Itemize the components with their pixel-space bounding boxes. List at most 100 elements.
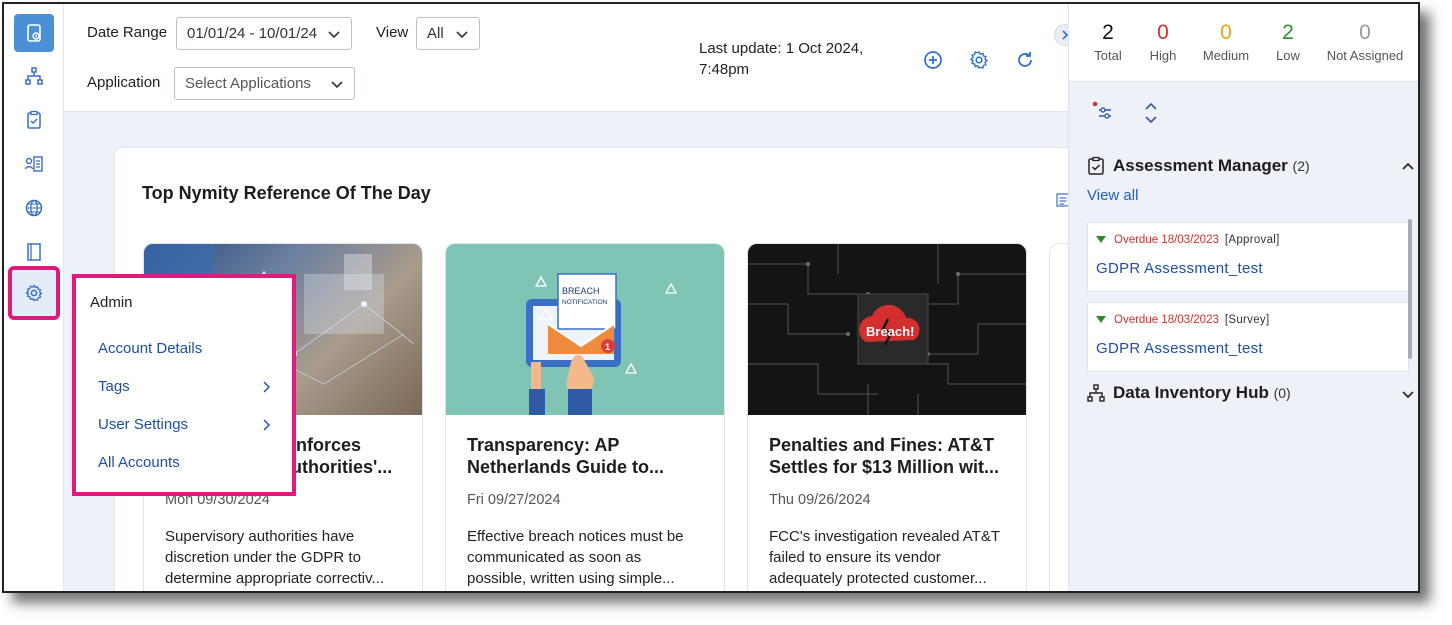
menu-item-account-details[interactable]: Account Details bbox=[98, 340, 273, 357]
card-title-line1: Transparency: AP bbox=[467, 435, 620, 455]
filter-toolbar: Date Range 01/01/24 - 10/01/24 View All … bbox=[64, 4, 1076, 112]
task-name-link[interactable]: GDPR Assessment_test bbox=[1096, 340, 1263, 357]
section-count: (2) bbox=[1292, 158, 1310, 174]
sidebar-item-people[interactable] bbox=[14, 146, 54, 182]
chevron-up-icon[interactable] bbox=[1401, 160, 1415, 174]
view-label: View bbox=[376, 24, 409, 41]
overdue-label: Overdue 18/03/2023 bbox=[1114, 314, 1219, 326]
section-title: Assessment Manager bbox=[1113, 156, 1288, 175]
img-breach-text: BREACH bbox=[562, 286, 600, 296]
sidebar-item-settings[interactable] bbox=[8, 266, 60, 320]
card-date: Thu 09/26/2024 bbox=[769, 492, 871, 508]
chevron-down-icon bbox=[328, 31, 340, 39]
refresh-icon[interactable] bbox=[1014, 49, 1036, 71]
sidebar-item-data-map[interactable] bbox=[14, 58, 54, 94]
view-all-link[interactable]: View all bbox=[1087, 187, 1138, 204]
chevron-right-icon bbox=[263, 381, 270, 393]
assessment-task[interactable]: Overdue 18/03/2023 [Survey] GDPR Assessme… bbox=[1087, 302, 1409, 372]
section-count: (0) bbox=[1273, 385, 1291, 401]
card-title-line2: uthorities'... bbox=[291, 457, 393, 477]
card-title-line2: Settles for $13 Million wit... bbox=[769, 457, 1000, 477]
menu-item-label: Account Details bbox=[98, 340, 203, 357]
assessment-task[interactable]: Overdue 18/03/2023 [Approval] GDPR Assess… bbox=[1087, 222, 1409, 292]
desc-line: Effective breach notices must be bbox=[467, 528, 684, 545]
filter-sliders-icon[interactable] bbox=[1089, 100, 1115, 126]
sidebar-item-global[interactable] bbox=[14, 190, 54, 226]
img-breach-word: Breach! bbox=[866, 324, 914, 339]
application-select[interactable]: Select Applications bbox=[174, 67, 355, 100]
menu-item-tags[interactable]: Tags bbox=[98, 378, 273, 395]
overdue-label: Overdue 18/03/2023 bbox=[1114, 234, 1219, 246]
add-circle-icon[interactable] bbox=[922, 49, 944, 71]
globe-icon bbox=[25, 199, 43, 217]
menu-item-label: All Accounts bbox=[98, 454, 180, 471]
date-range-select[interactable]: 01/01/24 - 10/01/24 bbox=[176, 17, 352, 50]
hierarchy-icon bbox=[1087, 384, 1105, 402]
task-list-scrollbar[interactable] bbox=[1408, 219, 1412, 359]
sidebar-item-home[interactable] bbox=[14, 14, 54, 52]
view-value: All bbox=[427, 25, 444, 42]
stat-high[interactable]: 0 High bbox=[1146, 20, 1180, 63]
sidebar-item-library[interactable] bbox=[14, 234, 54, 270]
stat-value: 0 bbox=[1220, 21, 1232, 44]
img-badge-text: 1 bbox=[605, 342, 610, 352]
stat-label: Low bbox=[1276, 48, 1300, 63]
left-sidebar bbox=[4, 4, 64, 591]
card-description: FCC's investigation revealed AT&T failed… bbox=[769, 526, 1014, 589]
desc-line: FCC's investigation revealed AT&T bbox=[769, 528, 1001, 545]
news-card[interactable]: BREACH NOTIFICATION 1 Transparency: AP N… bbox=[445, 243, 725, 591]
right-panel: 2 Total 0 High 0 Medium 2 Low 0 Not Assi… bbox=[1068, 4, 1418, 591]
card-title: Penalties and Fines: AT&T Settles for $1… bbox=[769, 434, 1014, 478]
book-icon bbox=[27, 243, 41, 261]
section-title: Data Inventory Hub bbox=[1113, 383, 1269, 402]
date-range-label: Date Range bbox=[87, 24, 168, 41]
application-label: Application bbox=[87, 74, 161, 91]
gear-icon bbox=[25, 284, 43, 302]
circuit-breach-illustration: Breach! bbox=[748, 244, 1026, 415]
card-image: Breach! bbox=[748, 244, 1026, 415]
card-title-line1: Penalties and Fines: AT&T bbox=[769, 435, 995, 455]
view-select[interactable]: All bbox=[416, 17, 480, 50]
desc-line: determine appropriate correctiv... bbox=[165, 570, 384, 587]
chevron-down-icon[interactable] bbox=[1401, 387, 1415, 401]
task-name-link[interactable]: GDPR Assessment_test bbox=[1096, 260, 1263, 277]
expand-collapse-icon[interactable] bbox=[1141, 100, 1161, 126]
clipboard-check-icon bbox=[1088, 156, 1104, 175]
card-title: inforces uthorities'... bbox=[291, 434, 422, 478]
priority-low-icon bbox=[1096, 316, 1106, 324]
stat-label: Total bbox=[1094, 48, 1122, 63]
last-update-text: Last update: 1 Oct 2024, 7:48pm bbox=[699, 38, 879, 80]
desc-line: discretion under the GDPR to bbox=[165, 549, 361, 566]
settings-icon[interactable] bbox=[968, 49, 990, 71]
stat-medium[interactable]: 0 Medium bbox=[1197, 20, 1255, 63]
desc-line: adequately protected customer... bbox=[769, 570, 987, 587]
card-title-line1: inforces bbox=[291, 435, 362, 455]
news-card[interactable]: Breach! Penalties and Fines: AT&T Settle… bbox=[747, 243, 1027, 591]
last-update-line1: Last update: 1 Oct 2024, bbox=[699, 40, 864, 57]
menu-item-user-settings[interactable]: User Settings bbox=[98, 416, 273, 433]
task-meta: Overdue 18/03/2023 [Approval] bbox=[1096, 234, 1280, 246]
stat-not-assigned[interactable]: 0 Not Assigned bbox=[1323, 20, 1407, 63]
card-description: Supervisory authorities have discretion … bbox=[165, 526, 410, 589]
stat-label: Medium bbox=[1202, 48, 1250, 63]
clipboard-check-icon bbox=[27, 110, 41, 129]
card-description: Effective breach notices must be communi… bbox=[467, 526, 712, 589]
stat-value: 2 bbox=[1282, 21, 1294, 44]
chevron-down-icon bbox=[456, 31, 468, 39]
menu-item-all-accounts[interactable]: All Accounts bbox=[98, 454, 273, 471]
stat-value: 0 bbox=[1157, 21, 1169, 44]
assessment-manager-header[interactable]: Assessment Manager (2) bbox=[1113, 156, 1310, 176]
task-meta: Overdue 18/03/2023 [Survey] bbox=[1096, 314, 1269, 326]
data-inventory-hub-header[interactable]: Data Inventory Hub (0) bbox=[1113, 383, 1291, 403]
stat-low[interactable]: 2 Low bbox=[1271, 20, 1305, 63]
sidebar-item-assessments[interactable] bbox=[14, 102, 54, 138]
date-range-value: 01/01/24 - 10/01/24 bbox=[187, 25, 318, 42]
card-date: Fri 09/27/2024 bbox=[467, 492, 561, 508]
user-list-icon bbox=[24, 156, 43, 172]
stat-label: High bbox=[1149, 48, 1177, 63]
stat-total[interactable]: 2 Total bbox=[1091, 20, 1125, 63]
card-title: Transparency: AP Netherlands Guide to... bbox=[467, 434, 712, 478]
menu-item-label: Tags bbox=[98, 378, 130, 395]
application-placeholder: Select Applications bbox=[185, 75, 311, 92]
task-type: [Survey] bbox=[1224, 314, 1270, 326]
